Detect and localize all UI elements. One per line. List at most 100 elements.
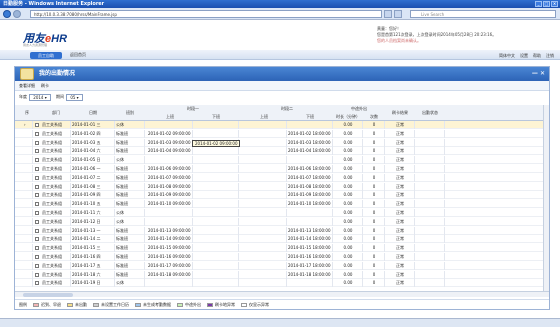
row-checkbox[interactable] xyxy=(35,263,39,268)
table-row[interactable]: 员工关系组 2014-01-18 六标准班 2014-01-18 09:00:00 2… xyxy=(15,270,543,279)
table-row[interactable]: 员工关系组 2014-01-16 四标准班 2014-01-16 09:00:00 2… xyxy=(15,253,543,261)
row-checkbox[interactable] xyxy=(35,211,39,215)
cell-card: 正常 xyxy=(385,279,415,288)
maximize-button[interactable]: □ xyxy=(543,1,550,7)
profile-warning-link[interactable]: 您的人员档案尚未确认。 xyxy=(377,38,496,44)
row-checkbox[interactable] xyxy=(35,149,39,154)
cell-on1: 2014-01-16 09:00:00 xyxy=(147,253,193,261)
table-row[interactable]: 员工关系组 2014-01-19 日公休 0.00 0 正常 xyxy=(15,279,543,288)
search-input[interactable]: Live Search xyxy=(410,10,556,18)
table-row[interactable]: 员工关系组 2014-01-11 六公休 0.00 0 正常 xyxy=(15,209,543,217)
row-checkbox[interactable] xyxy=(35,281,39,286)
legend-label: 仅显示异常 xyxy=(249,302,269,307)
refresh-icon[interactable] xyxy=(384,10,392,18)
table-row[interactable]: 员工关系组 2014-01-08 三标准班 2014-01-08 09:00:00 2… xyxy=(15,182,543,191)
cell-status xyxy=(415,121,445,129)
cell-cnt: 0 xyxy=(363,279,385,288)
scroll-thumb[interactable] xyxy=(23,293,73,297)
horizontal-scrollbar[interactable] xyxy=(15,291,549,297)
stop-icon[interactable] xyxy=(394,10,402,18)
cell-dur: 0.00 xyxy=(333,217,363,226)
year-select[interactable]: 2014 ▾ xyxy=(29,93,51,101)
cell-on2 xyxy=(241,156,287,165)
back-icon[interactable] xyxy=(3,10,11,18)
self-service-tab[interactable]: 员工自助 xyxy=(30,52,62,59)
row-checkbox[interactable] xyxy=(35,131,39,136)
logout-link[interactable]: 注销 xyxy=(546,52,554,59)
help-link[interactable]: 帮助 xyxy=(533,52,541,59)
row-checkbox[interactable] xyxy=(35,123,39,127)
row-checkbox[interactable] xyxy=(35,140,39,145)
legend-item: 中途外出 xyxy=(177,300,201,309)
settings-link[interactable]: 设置 xyxy=(520,52,528,59)
language-link[interactable]: 简体中文 xyxy=(499,52,515,59)
minimize-button[interactable]: _ xyxy=(535,1,542,7)
table-row[interactable]: › 员工关系组 2014-01-01 三公休 0.00 0 正常 xyxy=(15,121,543,129)
view-detail-menu[interactable]: 查看详细 xyxy=(19,81,35,90)
cell-cnt: 0 xyxy=(363,244,385,253)
row-checkbox[interactable] xyxy=(35,158,39,163)
cell-cnt: 0 xyxy=(363,138,385,147)
row-checkbox[interactable] xyxy=(35,272,39,277)
address-input[interactable]: http://10.0.3.38:7080/hrss/MainFrame.jsp xyxy=(30,10,382,18)
col-date: 日期 xyxy=(89,110,97,115)
row-checkbox[interactable] xyxy=(35,184,39,189)
cell-on2 xyxy=(241,261,287,270)
table-row[interactable]: 员工关系组 2014-01-13 一标准班 2014-01-13 09:00:00 2… xyxy=(15,226,543,235)
vertical-scrollbar[interactable] xyxy=(543,105,549,291)
cell-off1 xyxy=(193,235,239,244)
row-checkbox[interactable] xyxy=(35,237,39,242)
table-row[interactable]: 员工关系组 2014-01-06 一标准班 2014-01-06 09:00:00 2… xyxy=(15,165,543,173)
cell-date: 2014-01-01 三 xyxy=(71,121,115,129)
cell-on2 xyxy=(241,209,287,217)
table-row[interactable]: 员工关系组 2014-01-02 四标准班 2014-01-02 09:00:00 2… xyxy=(15,129,543,138)
legend-label: 未设置工作日历 xyxy=(101,302,129,307)
cell-card: 正常 xyxy=(385,147,415,156)
period-select[interactable]: 05 ▾ xyxy=(66,93,83,101)
row-checkbox[interactable] xyxy=(35,167,39,171)
table-row[interactable]: 员工关系组 2014-01-12 日公休 0.00 0 正常 xyxy=(15,217,543,226)
row-checkbox[interactable] xyxy=(35,228,39,233)
row-checkbox[interactable] xyxy=(35,219,39,224)
cell-dept: 员工关系组 xyxy=(41,156,71,165)
cell-dur: 0.00 xyxy=(333,191,363,200)
table-row[interactable]: 员工关系组 2014-01-15 三标准班 2014-01-15 09:00:00 2… xyxy=(15,244,543,253)
row-checkbox[interactable] xyxy=(35,193,39,198)
cell-dur: 0.00 xyxy=(333,279,363,288)
row-checkbox[interactable] xyxy=(35,255,39,259)
col-slot1-off: 下班 xyxy=(212,114,220,119)
cell-on2 xyxy=(241,279,287,288)
row-checkbox[interactable] xyxy=(35,246,39,251)
legend: 图例 迟到、早退 未出勤 未设置工作日历 未生成考勤数据 中途外出 刷卡地异常 仅显示异常 xyxy=(15,299,549,309)
cell-dur: 0.00 xyxy=(333,200,363,209)
table-row[interactable]: 员工关系组 2014-01-05 日公休 0.00 0 正常 xyxy=(15,156,543,165)
row-checkbox[interactable] xyxy=(35,175,39,180)
cell-dur: 0.00 xyxy=(333,244,363,253)
table-row[interactable]: 员工关系组 2014-01-03 五标准班 2014-01-03 09:00:00 2… xyxy=(15,138,543,147)
legend-item: 迟到、早退 xyxy=(33,300,61,309)
table-row[interactable]: 员工关系组 2014-01-07 二标准班 2014-01-07 09:00:00 2… xyxy=(15,173,543,182)
row-checkbox[interactable] xyxy=(35,202,39,207)
table-row[interactable]: 员工关系组 2014-01-09 四标准班 2014-01-09 09:00:00 2… xyxy=(15,191,543,200)
panel-controls[interactable]: — ✕ xyxy=(532,67,545,81)
cell-on2 xyxy=(241,226,287,235)
row-marker xyxy=(23,244,33,253)
forward-icon[interactable] xyxy=(13,10,21,18)
card-menu[interactable]: 刷卡 xyxy=(41,81,49,90)
table-row[interactable]: 员工关系组 2014-01-10 五标准班 2014-01-10 09:00:00 2… xyxy=(15,200,543,209)
legend-label: 未出勤 xyxy=(75,302,87,307)
cell-off2 xyxy=(287,217,333,226)
legend-item[interactable]: 仅显示异常 xyxy=(241,300,269,309)
cell-date: 2014-01-14 二 xyxy=(71,235,115,244)
table-row[interactable]: 员工关系组 2014-01-17 五标准班 2014-01-17 09:00:00 2… xyxy=(15,261,543,270)
cell-off1 xyxy=(193,129,239,138)
cell-date: 2014-01-05 日 xyxy=(71,156,115,165)
row-marker: › xyxy=(23,121,33,129)
table-row[interactable]: 员工关系组 2014-01-14 二标准班 2014-01-14 09:00:00 2… xyxy=(15,235,543,244)
cell-off1 xyxy=(193,156,239,165)
logo-subtitle: 用友人力资源管理 xyxy=(23,43,48,47)
close-button[interactable]: × xyxy=(551,1,558,7)
home-link[interactable]: 返回首页 xyxy=(70,51,86,59)
table-row[interactable]: 员工关系组 2014-01-04 六标准班 2014-01-04 09:00:00 2… xyxy=(15,147,543,156)
cell-off1 xyxy=(193,226,239,235)
